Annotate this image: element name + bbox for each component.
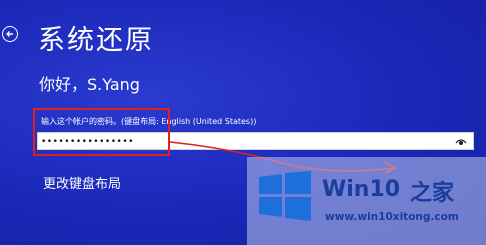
password-input[interactable]: •••••••••••••••• [37, 132, 474, 150]
watermark: Win10 之家 www.win10xitong.com [247, 157, 486, 245]
watermark-suffix: 之家 [410, 181, 455, 206]
eye-icon[interactable] [455, 137, 467, 147]
page-title: 系统还原 [38, 25, 154, 56]
change-keyboard-layout-link[interactable]: 更改键盘布局 [43, 173, 121, 192]
watermark-brand: Win10 [322, 177, 401, 202]
password-prompt-label: 输入这个帐户的密码。(键盘布局: English (United States)… [41, 117, 257, 126]
back-button[interactable] [2, 26, 18, 42]
password-value: •••••••••••••••• [41, 137, 134, 147]
windows-logo-icon [259, 171, 311, 221]
account-greeting: 你好，S.Yang [39, 75, 140, 94]
watermark-url: www.win10xitong.com [325, 211, 459, 223]
back-arrow-icon [6, 31, 13, 37]
